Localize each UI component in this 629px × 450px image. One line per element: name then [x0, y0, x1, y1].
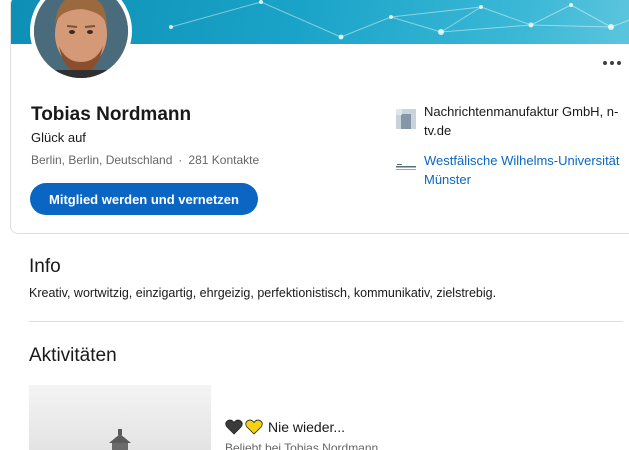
activity-liked-by: Beliebt bei Tobias Nordmann	[225, 441, 379, 450]
organization-university[interactable]: Westfälische Wilhelms-Universität Münste…	[396, 151, 624, 189]
university-logo-icon	[396, 158, 416, 178]
organization-university-name: Westfälische Wilhelms-Universität Münste…	[424, 153, 620, 187]
black-heart-icon	[225, 419, 243, 440]
profile-location: Berlin, Berlin, Deutschland	[31, 153, 173, 167]
company-logo-icon	[396, 109, 416, 129]
activity-reactions	[225, 419, 263, 440]
join-and-connect-button[interactable]: Mitglied werden und vernetzen	[30, 183, 258, 215]
more-dot-icon	[603, 61, 607, 65]
profile-headline: Glück auf	[31, 130, 86, 145]
activity-post-title[interactable]: Nie wieder...	[268, 419, 345, 435]
more-dot-icon	[617, 61, 621, 65]
yellow-heart-icon	[245, 419, 263, 440]
section-divider	[29, 321, 623, 322]
more-dot-icon	[610, 61, 614, 65]
meta-separator: ·	[178, 153, 183, 167]
more-options-button[interactable]	[600, 54, 624, 72]
organization-company[interactable]: Nachrichtenmanufaktur GmbH, n-tv.de	[396, 102, 624, 140]
info-text: Kreativ, wortwitzig, einzigartig, ehrgei…	[29, 286, 497, 300]
organization-company-name: Nachrichtenmanufaktur GmbH, n-tv.de	[424, 104, 619, 138]
activities-section-title: Aktivitäten	[29, 345, 117, 366]
profile-meta: Berlin, Berlin, Deutschland · 281 Kontak…	[31, 153, 259, 167]
profile-name: Tobias Nordmann	[31, 104, 192, 125]
info-section-title: Info	[29, 256, 61, 277]
profile-connections[interactable]: 281 Kontakte	[188, 153, 259, 167]
activity-thumbnail[interactable]	[29, 385, 211, 450]
